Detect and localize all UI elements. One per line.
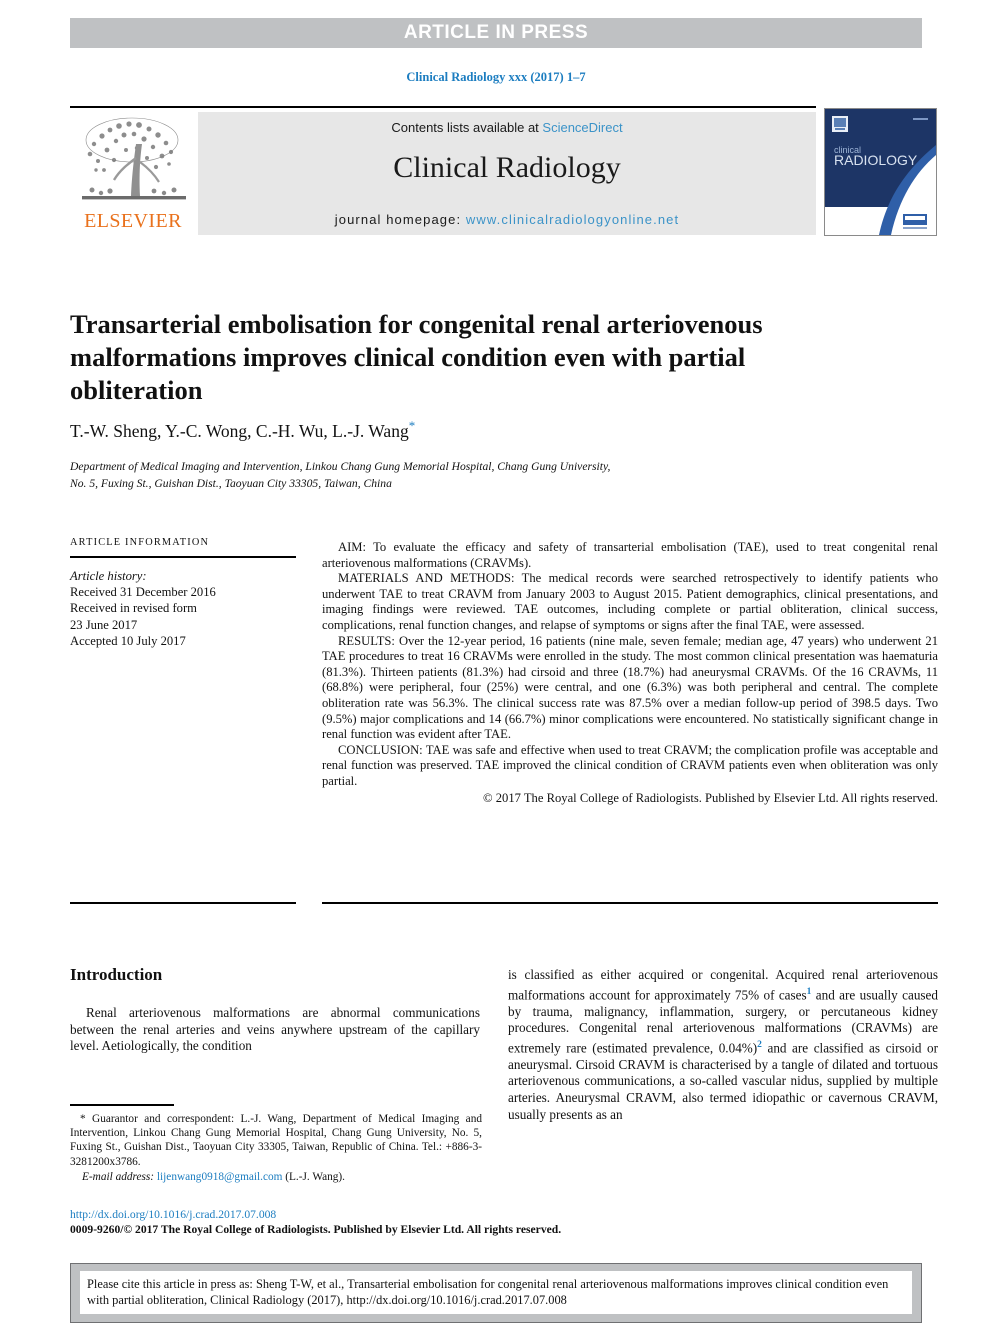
correspondence-note: * Guarantor and correspondent: L.-J. Wan… <box>70 1113 482 1168</box>
masthead-info-box: Contents lists available at ScienceDirec… <box>198 112 816 235</box>
introduction-paragraph-right: is classified as either acquired or cong… <box>508 967 938 1123</box>
journal-cover-image: clinical RADIOLOGY <box>825 109 936 235</box>
article-in-press-banner: ARTICLE IN PRESS <box>70 18 922 48</box>
author-list: T.-W. Sheng, Y.-C. Wong, C.-H. Wu, L.-J.… <box>70 418 870 442</box>
article-received-date: Received 31 December 2016 <box>70 585 216 600</box>
right-column-divider <box>322 902 938 904</box>
affiliation-line-1: Department of Medical Imaging and Interv… <box>70 460 611 473</box>
email-link[interactable]: lijenwang0918@gmail.com <box>157 1171 283 1183</box>
svg-text:RADIOLOGY: RADIOLOGY <box>834 152 918 168</box>
article-history: Article history: Received 31 December 20… <box>70 568 300 649</box>
email-note: E-mail address: lijenwang0918@gmail.com … <box>70 1170 482 1184</box>
running-head-citation: Clinical Radiology xxx (2017) 1–7 <box>406 70 586 84</box>
article-in-press-label: ARTICLE IN PRESS <box>403 22 589 43</box>
left-column-divider <box>70 902 296 904</box>
email-suffix: (L.-J. Wang). <box>282 1170 346 1183</box>
affiliation: Department of Medical Imaging and Interv… <box>70 458 860 492</box>
journal-cover-thumbnail: clinical RADIOLOGY <box>824 108 937 236</box>
article-accepted-date: Accepted 10 July 2017 <box>70 633 186 648</box>
cite-this-article-text: Please cite this article in press as: Sh… <box>80 1271 912 1314</box>
journal-homepage-line: journal homepage: www.clinicalradiologyo… <box>335 212 679 227</box>
author-names: T.-W. Sheng, Y.-C. Wong, C.-H. Wu, L.-J.… <box>70 420 409 441</box>
section-heading-introduction: Introduction <box>70 965 163 984</box>
article-information-rule <box>70 556 296 558</box>
abstract-materials-and-methods: MATERIALS AND METHODS: The medical recor… <box>322 571 938 632</box>
journal-homepage-label: journal homepage: <box>334 212 466 227</box>
article-history-label: Article history: <box>70 569 147 583</box>
abstract-results: RESULTS: Over the 12-year period, 16 pat… <box>322 633 938 742</box>
elsevier-tree-icon <box>82 117 186 200</box>
journal-homepage-link[interactable]: www.clinicalradiologyonline.net <box>466 212 679 227</box>
footnote-divider <box>70 1104 174 1106</box>
body-column-left: Introduction Renal arteriovenous malform… <box>70 965 480 1055</box>
email-label: E-mail address: <box>82 1170 157 1183</box>
abstract-copyright: © 2017 The Royal College of Radiologists… <box>483 790 938 805</box>
doi-link[interactable]: http://dx.doi.org/10.1016/j.crad.2017.07… <box>70 1208 276 1221</box>
corresponding-author-marker: * <box>408 418 416 433</box>
journal-title: Clinical Radiology <box>393 151 621 184</box>
abstract-conclusion: CONCLUSION: TAE was safe and effective w… <box>322 742 938 788</box>
elsevier-wordmark: ELSEVIER <box>84 210 182 232</box>
abstract-aim: AIM: To evaluate the efficacy and safety… <box>322 540 938 570</box>
introduction-paragraph-left: Renal arteriovenous malformations are ab… <box>70 1005 480 1054</box>
article-information-heading: ARTICLE INFORMATION <box>70 537 210 548</box>
cite-this-article-box: Please cite this article in press as: Sh… <box>70 1263 922 1323</box>
journal-masthead: ELSEVIER Contents lists available at Sci… <box>70 112 816 235</box>
affiliation-line-2: No. 5, Fuxing St., Guishan Dist., Taoyua… <box>70 477 392 490</box>
abstract: AIM: To evaluate the efficacy and safety… <box>322 540 938 806</box>
article-revised-date: 23 June 2017 <box>70 617 138 632</box>
elsevier-logo: ELSEVIER <box>70 112 195 235</box>
body-column-right: is classified as either acquired or cong… <box>508 967 938 1123</box>
issn-copyright-line: 0009-9260/© 2017 The Royal College of Ra… <box>70 1223 562 1236</box>
contents-lists-line: Contents lists available at ScienceDirec… <box>391 120 622 135</box>
contents-lists-prefix: Contents lists available at <box>391 120 543 135</box>
footnote-block: * Guarantor and correspondent: L.-J. Wan… <box>70 1112 482 1184</box>
masthead-top-rule <box>70 106 816 108</box>
sciencedirect-link[interactable]: ScienceDirect <box>542 120 622 135</box>
page-title: Transarterial embolisation for congenita… <box>70 308 763 405</box>
article-revised-label: Received in revised form <box>70 601 197 616</box>
